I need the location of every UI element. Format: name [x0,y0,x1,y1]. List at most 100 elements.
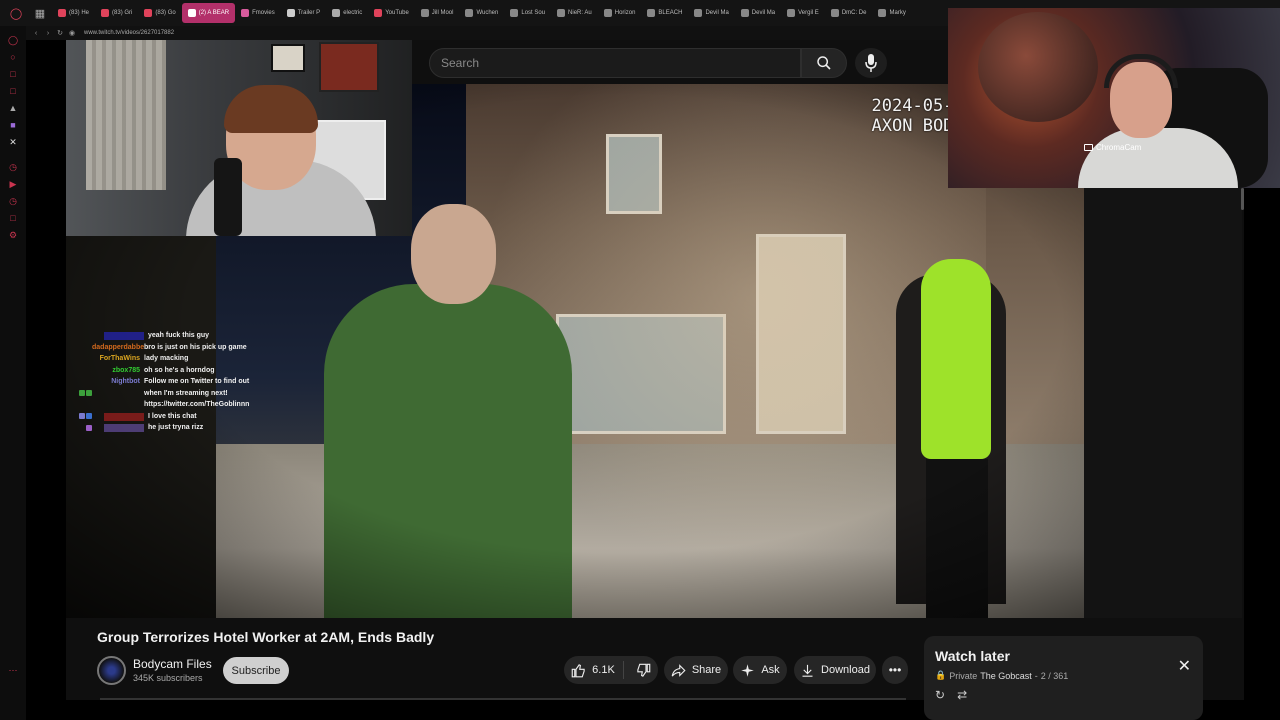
chat-badges [72,422,92,434]
browser-tab[interactable]: (83) Gri [95,3,138,23]
tab-label: Trailer P [297,10,321,16]
tab-favicon-icon [878,9,887,17]
loop-icon[interactable]: ↻ [935,688,945,702]
tab-favicon-icon [647,9,656,17]
share-button[interactable]: Share [664,656,728,684]
chat-text: he just tryna rizz [148,424,204,431]
shuffle-icon[interactable]: ⇄ [957,688,967,702]
sidebar-settings-icon[interactable]: ⚙ [7,229,19,241]
tab-label: Wuchen [476,10,499,16]
like-button[interactable]: 6.1K [571,661,624,679]
browser-tab[interactable]: Wuchen [459,3,504,23]
video-title: Group Terrorizes Hotel Worker at 2AM, En… [97,629,435,645]
chat-username[interactable] [104,412,144,421]
browser-tab[interactable]: Marky [872,3,911,23]
download-button[interactable]: Download [794,656,876,684]
sidebar-instagram-icon[interactable]: □ [7,68,19,80]
chat-username[interactable] [104,424,144,432]
tab-favicon-icon [510,9,519,17]
sidebar-twitch-icon[interactable]: ■ [7,119,19,131]
tab-favicon-icon [787,9,796,17]
browser-tab[interactable]: Devil Ma [735,3,781,23]
close-icon[interactable]: ✕ [1178,656,1191,676]
browser-tab[interactable]: BLEACH [641,3,688,23]
browser-tab[interactable]: (83) Go [138,3,181,23]
tab-favicon-icon [740,9,749,17]
browser-tab[interactable]: NieR: Au [551,3,598,23]
browser-tab[interactable]: Devil Ma [688,3,734,23]
browser-tab[interactable]: Jill Mool [415,3,460,23]
tab-label: (83) He [69,10,90,16]
chat-username[interactable]: zbox785 [92,365,144,377]
channel-name[interactable]: Bodycam Files [133,657,212,671]
address-bar: ‹ › ↻ ◉ www.twitch.tv/videos/2627017882 [26,26,948,40]
browser-tab[interactable]: Lost Sou [504,3,551,23]
browser-tab[interactable]: Trailer P [281,3,326,23]
sparkle-icon [741,663,755,677]
tab-label: NieR: Au [568,10,592,16]
sidebar-bookmark-icon[interactable]: ▲ [7,102,19,114]
watch-later-title[interactable]: Watch later [935,648,1192,664]
tab-label: Marky [889,10,906,16]
chat-username[interactable] [104,332,144,340]
chromacam-label: ChromaCam [1084,143,1141,152]
url-text[interactable]: www.twitch.tv/videos/2627017882 [84,30,174,36]
chat-username[interactable]: dadapperdabber [92,342,144,354]
tab-label: (2) A BEAR [198,10,230,16]
playlist-owner[interactable]: The Gobcast [980,671,1032,681]
chat-badges [72,342,92,354]
tab-label: BLEACH [658,10,683,16]
tab-list-icon[interactable]: ▦ [32,5,48,21]
browser-tab[interactable]: YouTube [368,3,415,23]
browser-logo-icon[interactable]: ◯ [8,5,24,21]
chat-badges [72,411,92,423]
tab-favicon-icon [374,9,383,17]
sidebar-messenger-icon[interactable]: ○ [7,51,19,63]
browser-tab[interactable]: Vergil E [781,3,825,23]
tab-favicon-icon [420,9,429,17]
browser-tab[interactable]: DmC: De [825,3,873,23]
tab-label: YouTube [385,10,409,16]
sidebar-home-icon[interactable]: ◯ [7,34,19,46]
sidebar-box-icon[interactable]: □ [7,212,19,224]
sidebar-history-icon[interactable]: ◷ [7,161,19,173]
like-count: 6.1K [592,664,615,676]
search-button[interactable] [801,48,847,78]
dislike-button[interactable] [630,663,651,678]
download-label: Download [821,664,870,676]
channel-avatar[interactable] [97,656,126,685]
scrollbar[interactable] [1241,188,1244,210]
playlist-position: 2 / 361 [1040,670,1069,681]
chromacam-text: ChromaCam [1096,143,1142,152]
sidebar-more-icon[interactable]: ⋯ [7,664,19,676]
sidebar-clock-icon[interactable]: ◷ [7,195,19,207]
voice-search-button[interactable] [855,48,887,78]
subscribe-button[interactable]: Subscribe [223,657,289,684]
reload-icon[interactable]: ↻ [54,29,66,37]
tab-favicon-icon [58,9,66,17]
chat-username[interactable]: ForThaWins [92,353,144,365]
ask-button[interactable]: Ask [733,656,787,684]
browser-tab[interactable]: Fmovies [235,3,281,23]
sidebar-chat-icon[interactable]: □ [7,85,19,97]
more-actions-button[interactable]: ••• [882,656,908,684]
chat-message: he just tryna rizz [66,422,266,434]
forward-icon[interactable]: › [42,30,54,37]
browser-tab[interactable]: (83) He [52,3,95,23]
browser-tab[interactable]: (2) A BEAR [181,3,236,23]
tab-label: (83) Gri [112,10,133,16]
chat-username[interactable]: Nightbot [92,376,144,411]
browser-tab[interactable]: electric [326,3,368,23]
chat-badges [72,365,92,377]
sidebar-x-icon[interactable]: ✕ [7,136,19,148]
chat-text: I love this chat [148,412,197,420]
thumbs-up-icon [571,663,585,677]
browser-tab[interactable]: Horizon [598,3,642,23]
chat-text: bro is just on his pick up game [144,343,247,351]
share-icon [671,663,686,677]
subscriber-count: 345K subscribers [133,673,203,683]
search-input[interactable]: Search [429,48,801,78]
back-icon[interactable]: ‹ [30,30,42,37]
playlist-controls: ↻ ⇄ [935,688,967,702]
sidebar-player-icon[interactable]: ▶ [7,178,19,190]
